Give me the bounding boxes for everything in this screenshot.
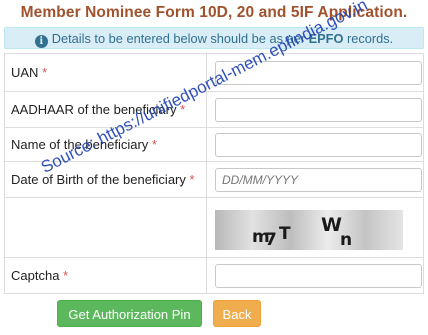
captcha-label: Captcha * — [4, 257, 207, 294]
form-row-uan: UAN * — [4, 53, 424, 92]
info-text: Details to be entered below should be as… — [51, 31, 306, 46]
required-marker: * — [180, 102, 186, 117]
form-row-aadhaar: AADHAAR of the beneficiary * — [4, 91, 424, 128]
name-label: Name of the beneficiary * — [4, 127, 207, 162]
form-row-dob: Date of Birth of the beneficiary * — [4, 161, 424, 198]
get-authorization-pin-button[interactable]: Get Authorization Pin — [57, 300, 202, 327]
info-alert: i Details to be entered below should be a… — [4, 27, 424, 49]
name-input[interactable] — [215, 132, 422, 157]
uan-label: UAN * — [4, 53, 207, 92]
required-marker: * — [63, 268, 69, 283]
nominee-form-table: UAN * AADHAAR of the beneficiary * Name … — [4, 53, 424, 294]
required-marker: * — [42, 65, 48, 80]
info-circle-icon: i — [34, 35, 48, 48]
dob-label: Date of Birth of the beneficiary * — [4, 161, 207, 198]
info-text-end: records. — [347, 31, 394, 46]
captcha-image: m 7 T W n — [215, 209, 403, 250]
form-row-name: Name of the beneficiary * — [4, 127, 424, 162]
aadhaar-input[interactable] — [215, 97, 422, 122]
dob-input[interactable] — [215, 167, 422, 192]
back-button[interactable]: Back — [213, 300, 261, 327]
form-row-captcha-image: m 7 T W n — [4, 197, 424, 258]
page-title: Member Nominee Form 10D, 20 and 5IF Appl… — [20, 4, 408, 21]
captcha-input[interactable] — [215, 263, 422, 288]
uan-input[interactable] — [215, 60, 422, 85]
info-highlight: EPFO — [308, 31, 344, 46]
required-marker: * — [151, 137, 157, 152]
aadhaar-label: AADHAAR of the beneficiary * — [4, 91, 207, 128]
required-marker: * — [189, 172, 195, 187]
form-row-captcha: Captcha * — [4, 257, 424, 294]
